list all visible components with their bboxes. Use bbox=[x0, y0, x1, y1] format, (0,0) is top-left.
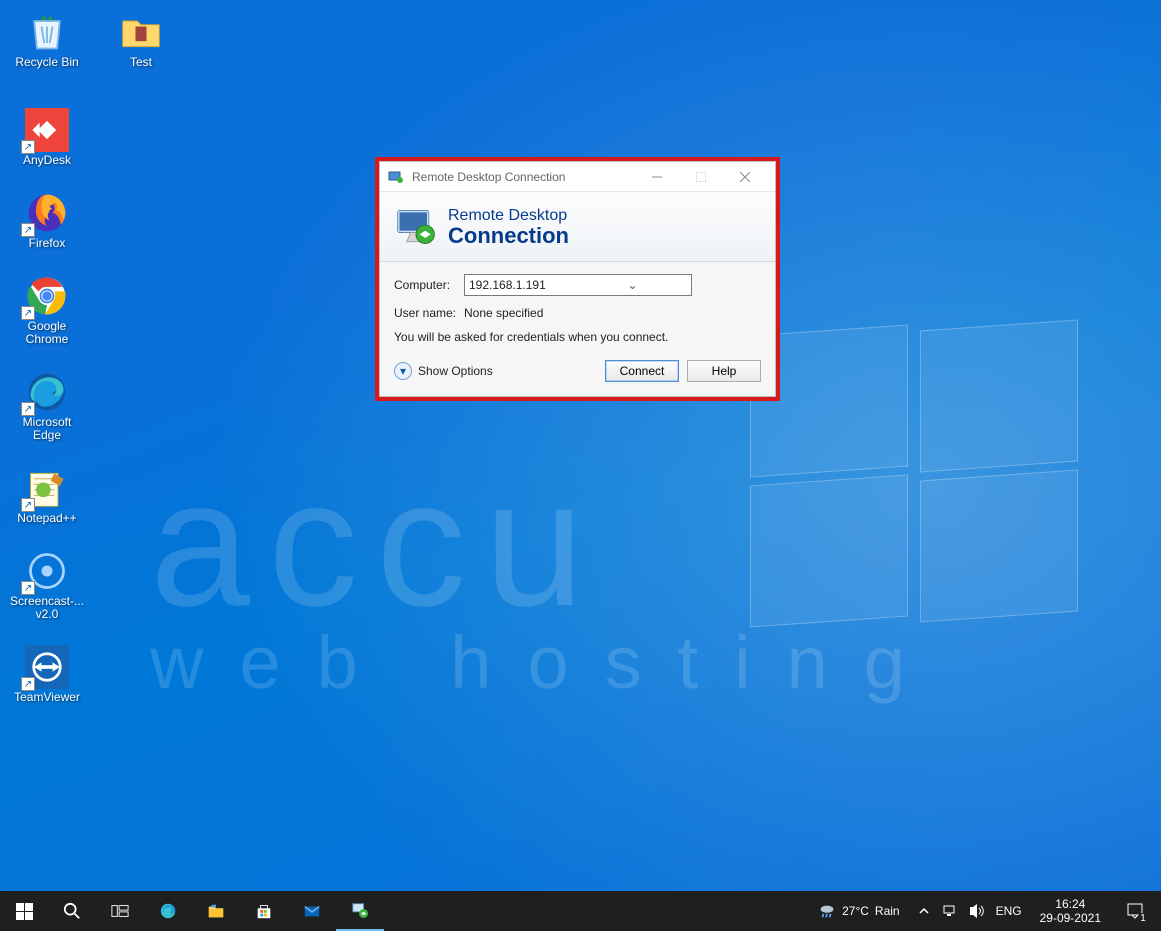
mail-icon bbox=[303, 902, 321, 920]
chevron-down-icon: ⌄ bbox=[578, 278, 687, 292]
windows-logo-wallpaper bbox=[750, 330, 1090, 630]
close-button[interactable] bbox=[723, 162, 767, 192]
task-view-button[interactable] bbox=[96, 891, 144, 931]
show-options-toggle[interactable]: ▾ Show Options bbox=[394, 362, 493, 380]
rdc-titlebar-icon bbox=[388, 169, 404, 185]
chevron-down-circle-icon: ▾ bbox=[394, 362, 412, 380]
window-title: Remote Desktop Connection bbox=[412, 170, 635, 184]
desktop-wallpaper[interactable]: accu web hosting Recycle Bin Test ↗ AnyD… bbox=[0, 0, 1161, 891]
desktop-icon-edge[interactable]: ↗ Microsoft Edge bbox=[8, 370, 86, 442]
watermark-brand: accu bbox=[150, 440, 602, 647]
taskbar-app-store[interactable] bbox=[240, 891, 288, 931]
taskbar-app-explorer[interactable] bbox=[192, 891, 240, 931]
system-tray: 27°C Rain ENG 16:24 29-09-2021 1 bbox=[810, 891, 1161, 931]
credentials-hint: You will be asked for credentials when y… bbox=[394, 330, 761, 344]
connect-button[interactable]: Connect bbox=[605, 360, 679, 382]
rdc-header-line2: Connection bbox=[448, 225, 569, 247]
help-button[interactable]: Help bbox=[687, 360, 761, 382]
computer-value: 192.168.1.191 bbox=[469, 278, 578, 292]
recycle-bin-icon bbox=[25, 10, 69, 54]
folder-icon bbox=[119, 10, 163, 54]
rdc-header: Remote Desktop Connection bbox=[380, 192, 775, 262]
tray-datetime[interactable]: 16:24 29-09-2021 bbox=[1032, 897, 1109, 925]
rdc-header-icon bbox=[394, 205, 438, 249]
desktop-icon-teamviewer[interactable]: ↗ TeamViewer bbox=[8, 645, 86, 704]
tray-network-icon[interactable] bbox=[940, 891, 960, 931]
search-icon bbox=[63, 902, 81, 920]
taskbar-app-rdc[interactable] bbox=[336, 891, 384, 931]
watermark-tagline: web hosting bbox=[150, 620, 941, 705]
desktop-icon-test-folder[interactable]: Test bbox=[102, 10, 180, 69]
start-button[interactable] bbox=[0, 891, 48, 931]
desktop-icon-screencast[interactable]: ↗ Screencast-... v2.0 bbox=[8, 549, 86, 621]
weather-icon bbox=[818, 902, 836, 920]
file-explorer-icon bbox=[207, 902, 225, 920]
minimize-button[interactable] bbox=[635, 162, 679, 192]
rdc-taskbar-icon bbox=[351, 901, 369, 919]
maximize-button[interactable] bbox=[679, 162, 723, 192]
store-icon bbox=[255, 902, 273, 920]
desktop-icon-anydesk[interactable]: ↗ AnyDesk bbox=[8, 108, 86, 167]
computer-label: Computer: bbox=[394, 278, 464, 292]
rdc-header-line1: Remote Desktop bbox=[448, 207, 569, 225]
tray-notifications[interactable]: 1 bbox=[1115, 891, 1155, 931]
username-value: None specified bbox=[464, 306, 543, 320]
remote-desktop-window: Remote Desktop Connection Remote Desktop bbox=[379, 161, 776, 397]
username-label: User name: bbox=[394, 306, 464, 320]
desktop-icon-notepadpp[interactable]: ↗ Notepad++ bbox=[8, 466, 86, 525]
tray-language[interactable]: ENG bbox=[992, 891, 1026, 931]
desktop-icon-firefox[interactable]: ↗ Firefox bbox=[8, 191, 86, 250]
taskbar-app-edge[interactable] bbox=[144, 891, 192, 931]
tray-weather[interactable]: 27°C Rain bbox=[810, 902, 908, 920]
search-button[interactable] bbox=[48, 891, 96, 931]
taskbar-app-mail[interactable] bbox=[288, 891, 336, 931]
rdc-body: Computer: 192.168.1.191 ⌄ User name: Non… bbox=[380, 262, 775, 396]
window-titlebar[interactable]: Remote Desktop Connection bbox=[380, 162, 775, 192]
task-view-icon bbox=[111, 902, 129, 920]
desktop-icon-recycle-bin[interactable]: Recycle Bin bbox=[8, 10, 86, 69]
rdc-highlight-border: Remote Desktop Connection Remote Desktop bbox=[375, 157, 780, 401]
tray-volume-icon[interactable] bbox=[966, 891, 986, 931]
edge-taskbar-icon bbox=[159, 902, 177, 920]
tray-overflow[interactable] bbox=[914, 891, 934, 931]
taskbar: 27°C Rain ENG 16:24 29-09-2021 1 bbox=[0, 891, 1161, 931]
desktop-icon-chrome[interactable]: ↗ Google Chrome bbox=[8, 274, 86, 346]
computer-combobox[interactable]: 192.168.1.191 ⌄ bbox=[464, 274, 692, 296]
windows-start-icon bbox=[16, 903, 33, 920]
